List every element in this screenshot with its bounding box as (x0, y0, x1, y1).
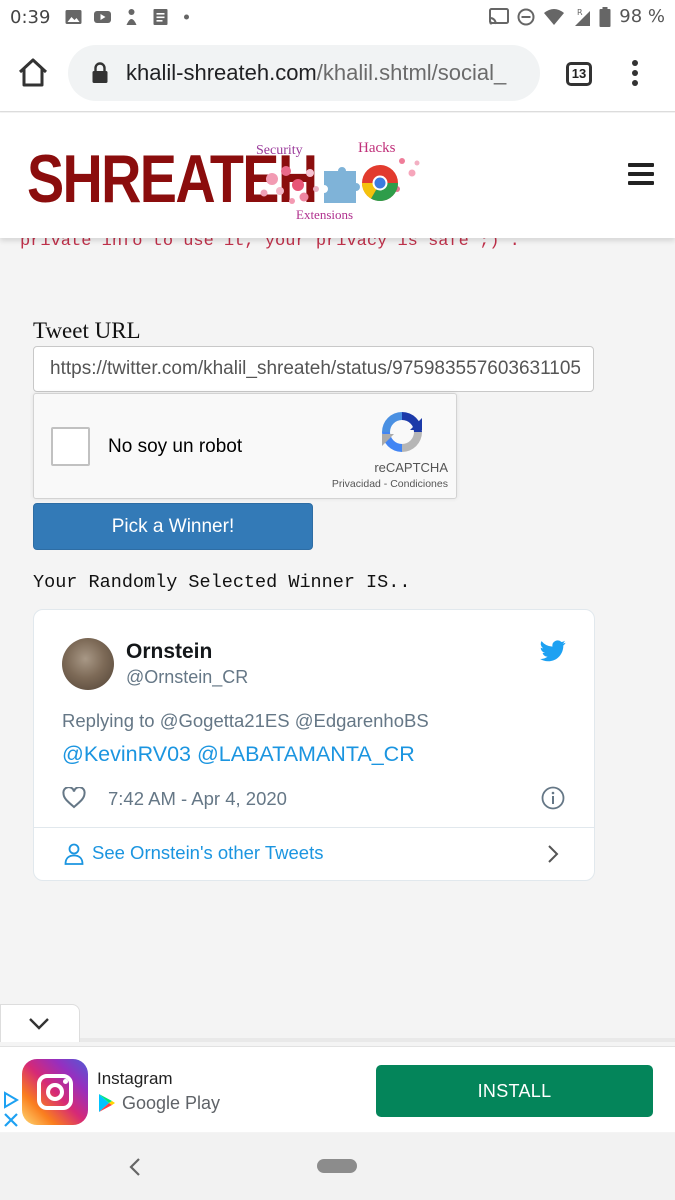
notification-icons (64, 8, 199, 26)
chevron-down-icon (29, 1018, 49, 1030)
avatar[interactable] (62, 638, 114, 690)
status-time: 0:39 (10, 7, 51, 28)
tweet-embed: Ornstein @Ornstein_CR Replying to @Goget… (33, 609, 595, 881)
system-navigation-bar (0, 1133, 675, 1200)
tweet-divider (34, 827, 594, 828)
tweet-author-handle[interactable]: @Ornstein_CR (126, 667, 248, 688)
address-bar[interactable]: khalil-shreateh.com/khalil.shtml/social_ (68, 45, 540, 101)
lock-icon (92, 62, 108, 83)
system-status: R 98 % (489, 6, 665, 27)
battery-icon (599, 6, 611, 27)
install-button[interactable]: INSTALL (376, 1065, 653, 1117)
do-not-disturb-icon (517, 8, 535, 25)
browser-menu-icon[interactable] (630, 60, 640, 90)
logo-tag-extensions: Extensions (296, 207, 353, 221)
adchoices-icon[interactable] (2, 1091, 20, 1109)
see-other-tweets-link[interactable]: See Ornstein's other Tweets (92, 842, 323, 864)
url-path: /khalil.shtml/social_ (316, 60, 507, 85)
status-bar: 0:39 R 98 % (0, 0, 675, 36)
logo-tag-security: Security (256, 143, 303, 158)
cell-signal-icon: R (575, 8, 591, 26)
back-icon[interactable] (128, 1157, 142, 1177)
close-ad-icon[interactable] (3, 1111, 19, 1129)
home-pill[interactable] (317, 1159, 357, 1173)
cast-icon (489, 7, 510, 24)
twitter-bird-icon[interactable] (540, 640, 566, 662)
logo-graphic: Security Hacks Extensions (256, 141, 420, 221)
captcha-brand: reCAPTCHA (374, 460, 448, 475)
document-notification-icon (153, 9, 168, 25)
captcha-label: No soy un robot (108, 436, 243, 457)
more-notifications-dot-icon (184, 14, 189, 20)
google-play-icon (99, 1094, 115, 1112)
wifi-icon (544, 8, 565, 25)
google-play-badge: Google Play (98, 1091, 220, 1115)
url-host: khalil-shreateh.com (126, 60, 317, 85)
google-play-label: Google Play (122, 1092, 221, 1113)
home-icon[interactable] (16, 56, 50, 90)
battery-percent: 98 % (619, 6, 665, 27)
chevron-right-icon[interactable] (546, 844, 560, 864)
logo-tag-hacks: Hacks (358, 141, 396, 156)
collapse-ad-button[interactable] (0, 1004, 80, 1042)
info-icon[interactable] (541, 786, 565, 810)
captcha-checkbox[interactable] (51, 427, 90, 466)
tab-switcher-button[interactable]: 13 (566, 62, 592, 86)
pick-winner-button[interactable]: Pick a Winner! (33, 503, 313, 550)
tweet-author-name[interactable]: Ornstein (126, 640, 212, 664)
youtube-notification-icon (94, 11, 111, 23)
heart-icon[interactable] (62, 787, 86, 809)
hamburger-menu-icon[interactable] (628, 163, 654, 185)
browser-toolbar: khalil-shreateh.com/khalil.shtml/social_… (0, 36, 675, 112)
recaptcha-logo-icon (382, 412, 422, 452)
ad-app-name[interactable]: Instagram (97, 1069, 173, 1089)
person-icon (64, 843, 84, 865)
url-text: khalil-shreateh.com/khalil.shtml/social_ (126, 60, 506, 86)
captcha-privacy-links[interactable]: Privacidad - Condiciones (294, 478, 448, 490)
replying-to-text: Replying to @Gogetta21ES @EdgarenhoBS (62, 710, 429, 731)
app-notification-icon (126, 9, 137, 25)
site-header: SHREATEH Security Hacks Extensions (0, 113, 675, 238)
instagram-app-icon[interactable] (22, 1059, 88, 1125)
ad-separator (0, 1038, 675, 1042)
tweet-url-input[interactable]: https://twitter.com/khalil_shreateh/stat… (33, 346, 594, 392)
recaptcha-widget: No soy un robot reCAPTCHA Privacidad - C… (33, 393, 457, 499)
image-notification-icon (65, 10, 82, 24)
ad-banner: Instagram Google Play INSTALL (0, 1046, 675, 1132)
tweet-mentions[interactable]: @KevinRV03 @LABATAMANTA_CR (62, 742, 415, 767)
svg-text:R: R (577, 8, 583, 17)
tweet-url-label: Tweet URL (33, 318, 141, 343)
winner-heading: Your Randomly Selected Winner IS.. (33, 572, 411, 593)
tweet-timestamp[interactable]: 7:42 AM - Apr 4, 2020 (108, 788, 287, 810)
